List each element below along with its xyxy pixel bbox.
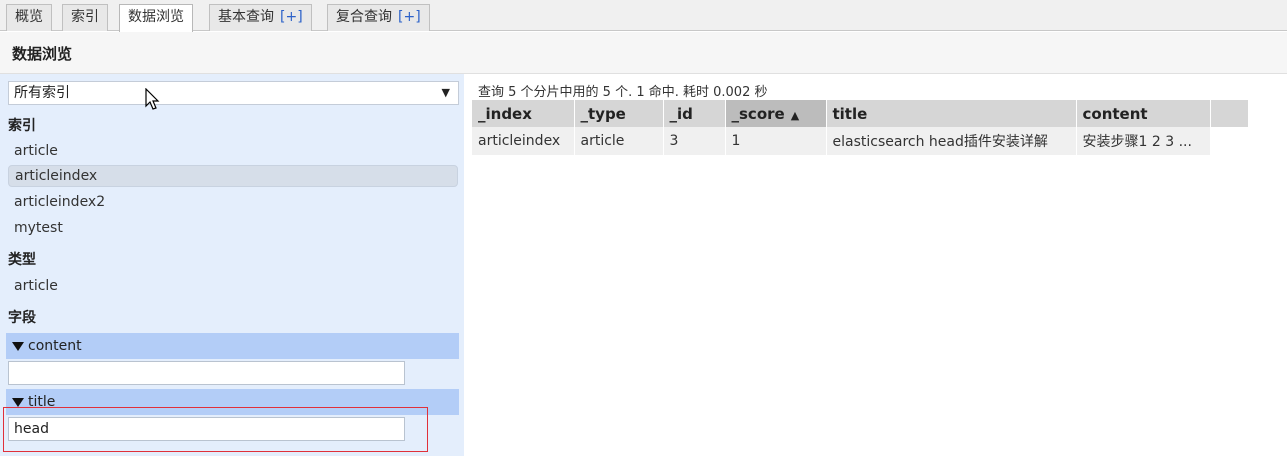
field-header-content[interactable]: content bbox=[6, 333, 459, 359]
tab-basic-query[interactable]: 基本查询 [+] bbox=[209, 4, 312, 31]
tab-bar: 概览 索引 数据浏览 基本查询 [+] 复合查询 [+] bbox=[0, 0, 1287, 32]
section-fields-label: 字段 bbox=[8, 310, 36, 326]
results-table: _index _type _id _score ▲ title content a… bbox=[472, 100, 1249, 155]
tab-label: 复合查询 bbox=[336, 9, 392, 25]
tab-label: 基本查询 bbox=[218, 9, 274, 25]
section-indices-label: 索引 bbox=[8, 118, 36, 134]
field-name: title bbox=[28, 394, 56, 410]
triangle-down-icon bbox=[12, 397, 24, 407]
page-title: 数据浏览 bbox=[12, 45, 73, 63]
sidebar-item-type[interactable]: article bbox=[8, 275, 458, 297]
sidebar-item-index[interactable]: mytest bbox=[8, 217, 458, 239]
field-input-title[interactable] bbox=[8, 417, 405, 441]
mouse-cursor-icon bbox=[145, 88, 160, 110]
tab-overview[interactable]: 概览 bbox=[6, 4, 52, 31]
cell-content: 安装步骤1 2 3 ... bbox=[1076, 127, 1211, 155]
tab-plus[interactable]: [+] bbox=[280, 9, 303, 25]
tab-compound-query[interactable]: 复合查询 [+] bbox=[327, 4, 430, 31]
index-select-value: 所有索引 bbox=[14, 85, 70, 101]
page-header: 数据浏览 bbox=[0, 32, 1287, 74]
column-header-index[interactable]: _index bbox=[472, 100, 575, 127]
sidebar-item-index[interactable]: article bbox=[8, 140, 458, 162]
cell-score: 1 bbox=[725, 127, 827, 155]
column-header-id[interactable]: _id bbox=[663, 100, 726, 127]
tab-label: 概览 bbox=[15, 9, 43, 25]
cell-type: article bbox=[574, 127, 664, 155]
tab-indices[interactable]: 索引 bbox=[62, 4, 108, 31]
table-row[interactable]: articleindex article 3 1 elasticsearch h… bbox=[472, 127, 1248, 155]
table-header-row: _index _type _id _score ▲ title content bbox=[472, 100, 1249, 127]
cell-index: articleindex bbox=[472, 127, 575, 155]
field-input-content[interactable] bbox=[8, 361, 405, 385]
cell-title: elasticsearch head插件安装详解 bbox=[826, 127, 1077, 155]
triangle-down-icon bbox=[12, 341, 24, 351]
column-header-spacer bbox=[1210, 100, 1249, 127]
column-header-content[interactable]: content bbox=[1076, 100, 1211, 127]
tab-label: 索引 bbox=[71, 9, 99, 25]
tab-data-browse[interactable]: 数据浏览 bbox=[119, 4, 193, 32]
column-header-title[interactable]: title bbox=[826, 100, 1077, 127]
section-types-label: 类型 bbox=[8, 252, 36, 268]
field-header-title[interactable]: title bbox=[6, 389, 459, 415]
tab-plus[interactable]: [+] bbox=[398, 9, 421, 25]
sidebar-item-index-selected[interactable]: articleindex bbox=[8, 165, 458, 187]
sidebar-item-index[interactable]: articleindex2 bbox=[8, 191, 458, 213]
tab-label: 数据浏览 bbox=[128, 9, 184, 25]
cell-id: 3 bbox=[663, 127, 726, 155]
query-summary: 查询 5 个分片中用的 5 个. 1 命中. 耗时 0.002 秒 bbox=[478, 85, 768, 100]
index-select[interactable]: 所有索引 ▼ bbox=[8, 81, 459, 105]
column-header-label: _score bbox=[731, 104, 785, 123]
chevron-down-icon: ▼ bbox=[441, 86, 450, 99]
field-name: content bbox=[28, 338, 82, 354]
column-header-score[interactable]: _score ▲ bbox=[725, 100, 827, 127]
sidebar: 所有索引 ▼ 索引 article articleindex articlein… bbox=[0, 74, 464, 456]
column-header-type[interactable]: _type bbox=[574, 100, 664, 127]
sort-ascending-icon: ▲ bbox=[790, 108, 800, 122]
